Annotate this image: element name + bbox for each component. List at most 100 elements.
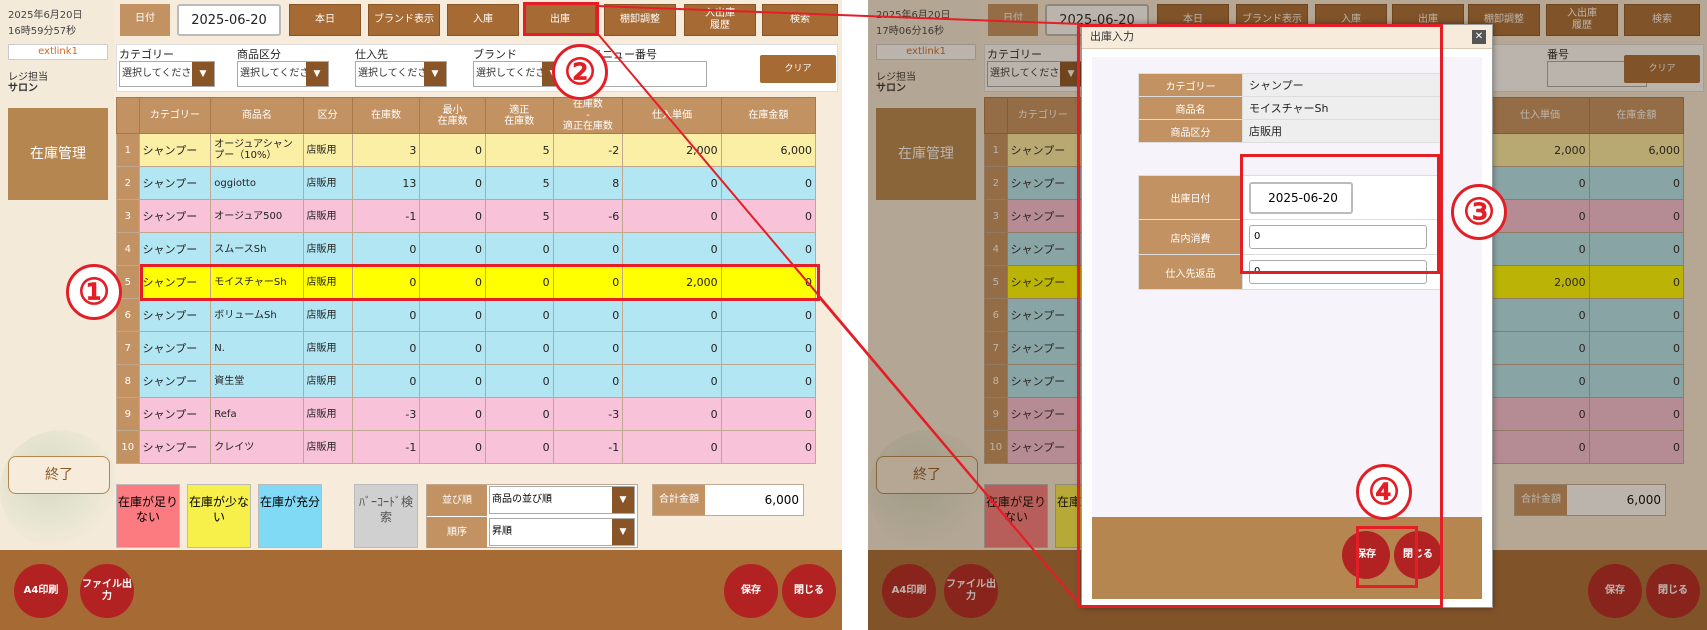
category-select[interactable]: 選択してくださ ▼ bbox=[987, 61, 1083, 87]
cell-cat: シャンプー bbox=[1006, 331, 1080, 365]
cell-amount: 0 bbox=[1588, 199, 1685, 233]
table-row[interactable]: 2シャンプーoggiotto店販用1305800 bbox=[116, 166, 817, 200]
table-header-row: カテゴリー商品名区分在庫数最小 在庫数適正 在庫数在庫数 - 適正在庫数仕入単価… bbox=[116, 97, 817, 134]
clear-button[interactable]: クリア bbox=[1624, 55, 1700, 83]
cell-amount: 0 bbox=[720, 199, 817, 233]
cell-no: 4 bbox=[116, 232, 140, 266]
column-header[interactable]: 最小 在庫数 bbox=[419, 97, 486, 134]
cell-diff: 8 bbox=[552, 166, 624, 200]
header-index bbox=[116, 97, 140, 134]
cell-cat: シャンプー bbox=[138, 199, 212, 233]
close-button[interactable]: 閉じる bbox=[782, 564, 836, 618]
date-input[interactable]: 2025-06-20 bbox=[177, 4, 281, 36]
filter-enough-button[interactable]: 在庫が充分 bbox=[258, 484, 322, 548]
highlight-dialog bbox=[1077, 24, 1443, 608]
close-icon[interactable]: ✕ bbox=[1472, 30, 1486, 44]
kubun-select[interactable]: 選択してくださ ▼ bbox=[237, 61, 329, 87]
cell-kubun: 店販用 bbox=[302, 430, 353, 464]
column-header[interactable]: カテゴリー bbox=[138, 97, 212, 134]
a4-print-button[interactable]: A4印刷 bbox=[882, 564, 936, 618]
cell-amount: 0 bbox=[1588, 265, 1685, 299]
brand-display-button[interactable]: ブランド表示 bbox=[368, 4, 440, 36]
column-header[interactable]: 在庫金額 bbox=[1588, 97, 1685, 134]
cell-no: 2 bbox=[116, 166, 140, 200]
cell-price: 0 bbox=[1490, 397, 1590, 431]
cell-price: 2,000 bbox=[1490, 265, 1590, 299]
column-header[interactable]: カテゴリー bbox=[1006, 97, 1080, 134]
column-header[interactable]: 在庫金額 bbox=[720, 97, 817, 134]
file-output-button[interactable]: ファイル出力 bbox=[944, 564, 998, 618]
search-button[interactable]: 検索 bbox=[1624, 4, 1700, 36]
filter-bar: カテゴリー 選択してくださ ▼ 商品区分 選択してくださ ▼ 仕入先 選択してくださ… bbox=[116, 44, 838, 92]
sort-order-select[interactable]: 商品の並び順 ▼ bbox=[489, 486, 635, 514]
file-output-button[interactable]: ファイル出力 bbox=[80, 564, 134, 618]
filter-category-label: カテゴリー bbox=[987, 48, 1042, 61]
cell-no: 4 bbox=[984, 232, 1008, 266]
save-button[interactable]: 保存 bbox=[1588, 564, 1642, 618]
cell-price: 0 bbox=[622, 166, 722, 200]
column-header[interactable]: 仕入単価 bbox=[1490, 97, 1590, 134]
cell-no: 9 bbox=[984, 397, 1008, 431]
filter-kubun-label: 商品区分 bbox=[237, 48, 281, 61]
exit-button[interactable]: 終了 bbox=[8, 456, 110, 494]
column-header[interactable]: 在庫数 - 適正在庫数 bbox=[552, 97, 624, 134]
column-header[interactable]: 適正 在庫数 bbox=[484, 97, 554, 134]
total-value: 6,000 bbox=[1626, 493, 1661, 507]
cell-no: 6 bbox=[116, 298, 140, 332]
cell-kubun: 店販用 bbox=[302, 331, 353, 365]
nyuko-button[interactable]: 入庫 bbox=[447, 4, 519, 36]
sort-order-label: 並び順 bbox=[427, 485, 487, 516]
sort-direction-select[interactable]: 昇順 ▼ bbox=[489, 518, 635, 546]
cell-cat: シャンプー bbox=[138, 397, 212, 431]
table-row[interactable]: 9シャンプーRefa店販用-300-300 bbox=[116, 397, 817, 431]
search-button[interactable]: 検索 bbox=[762, 4, 838, 36]
history-button[interactable]: 入出庫 履歴 bbox=[684, 4, 756, 36]
cell-min: 0 bbox=[419, 364, 486, 398]
tanaoroshi-button[interactable]: 棚卸調整 bbox=[604, 4, 676, 36]
cell-min: 0 bbox=[419, 232, 486, 266]
menu-inventory-button[interactable]: 在庫管理 bbox=[8, 108, 108, 200]
history-line1: 入出庫 bbox=[705, 8, 735, 19]
table-row[interactable]: 1シャンプーオージュアシャンプー（10%）店販用305-22,0006,000 bbox=[116, 133, 817, 167]
table-row[interactable]: 4シャンプースムースSh店販用000000 bbox=[116, 232, 817, 266]
table-row[interactable]: 3シャンプーオージュア500店販用-105-600 bbox=[116, 199, 817, 233]
cell-cat: シャンプー bbox=[1006, 232, 1080, 266]
table-row[interactable]: 10シャンプークレイツ店販用-100-100 bbox=[116, 430, 817, 464]
filter-category: カテゴリー 選択してくださ ▼ bbox=[117, 45, 229, 91]
history-button[interactable]: 入出庫 履歴 bbox=[1546, 4, 1618, 36]
filter-low-button[interactable]: 在庫が少ない bbox=[187, 484, 251, 548]
cell-price: 0 bbox=[622, 232, 722, 266]
column-header[interactable]: 仕入単価 bbox=[622, 97, 722, 134]
cell-no: 3 bbox=[984, 199, 1008, 233]
column-header[interactable]: 商品名 bbox=[210, 97, 304, 134]
filter-menu-no-label: 番号 bbox=[1547, 48, 1569, 61]
today-button[interactable]: 本日 bbox=[289, 4, 361, 36]
save-button[interactable]: 保存 bbox=[724, 564, 778, 618]
sort-controls: 並び順 商品の並び順 ▼ 順序 昇順 ▼ bbox=[426, 484, 638, 548]
barcode-search-button[interactable]: ﾊﾞｰｺｰﾄﾞ検索 bbox=[354, 484, 418, 548]
table-row[interactable]: 6シャンプーボリュームSh店販用000000 bbox=[116, 298, 817, 332]
chevron-down-icon: ▼ bbox=[612, 519, 634, 545]
column-header[interactable]: 在庫数 bbox=[351, 97, 421, 134]
cell-min: 0 bbox=[419, 298, 486, 332]
a4-print-button[interactable]: A4印刷 bbox=[14, 564, 68, 618]
table-row[interactable]: 8シャンプー資生堂店販用000000 bbox=[116, 364, 817, 398]
exit-button[interactable]: 終了 bbox=[876, 456, 978, 494]
filter-shortage-button[interactable]: 在庫が足りない bbox=[116, 484, 180, 548]
supplier-select[interactable]: 選択してくださ ▼ bbox=[355, 61, 447, 87]
category-select[interactable]: 選択してくださ ▼ bbox=[119, 61, 215, 87]
cell-cat: シャンプー bbox=[138, 232, 212, 266]
column-header[interactable]: 区分 bbox=[302, 97, 353, 134]
table-row[interactable]: 7シャンプーN.店販用000000 bbox=[116, 331, 817, 365]
clear-button[interactable]: クリア bbox=[760, 55, 836, 83]
chevron-down-icon: ▼ bbox=[192, 62, 214, 86]
filter-shortage-button[interactable]: 在庫が足りない bbox=[984, 484, 1048, 548]
cell-cat: シャンプー bbox=[1006, 430, 1080, 464]
cell-name: クレイツ bbox=[210, 430, 304, 464]
close-button[interactable]: 閉じる bbox=[1646, 564, 1700, 618]
filter-kubun: 商品区分 選択してくださ ▼ bbox=[235, 45, 347, 91]
menu-no-input[interactable] bbox=[591, 61, 707, 87]
cell-amount: 0 bbox=[1588, 430, 1685, 464]
cell-stock: 0 bbox=[351, 331, 421, 365]
menu-inventory-button[interactable]: 在庫管理 bbox=[876, 108, 976, 200]
